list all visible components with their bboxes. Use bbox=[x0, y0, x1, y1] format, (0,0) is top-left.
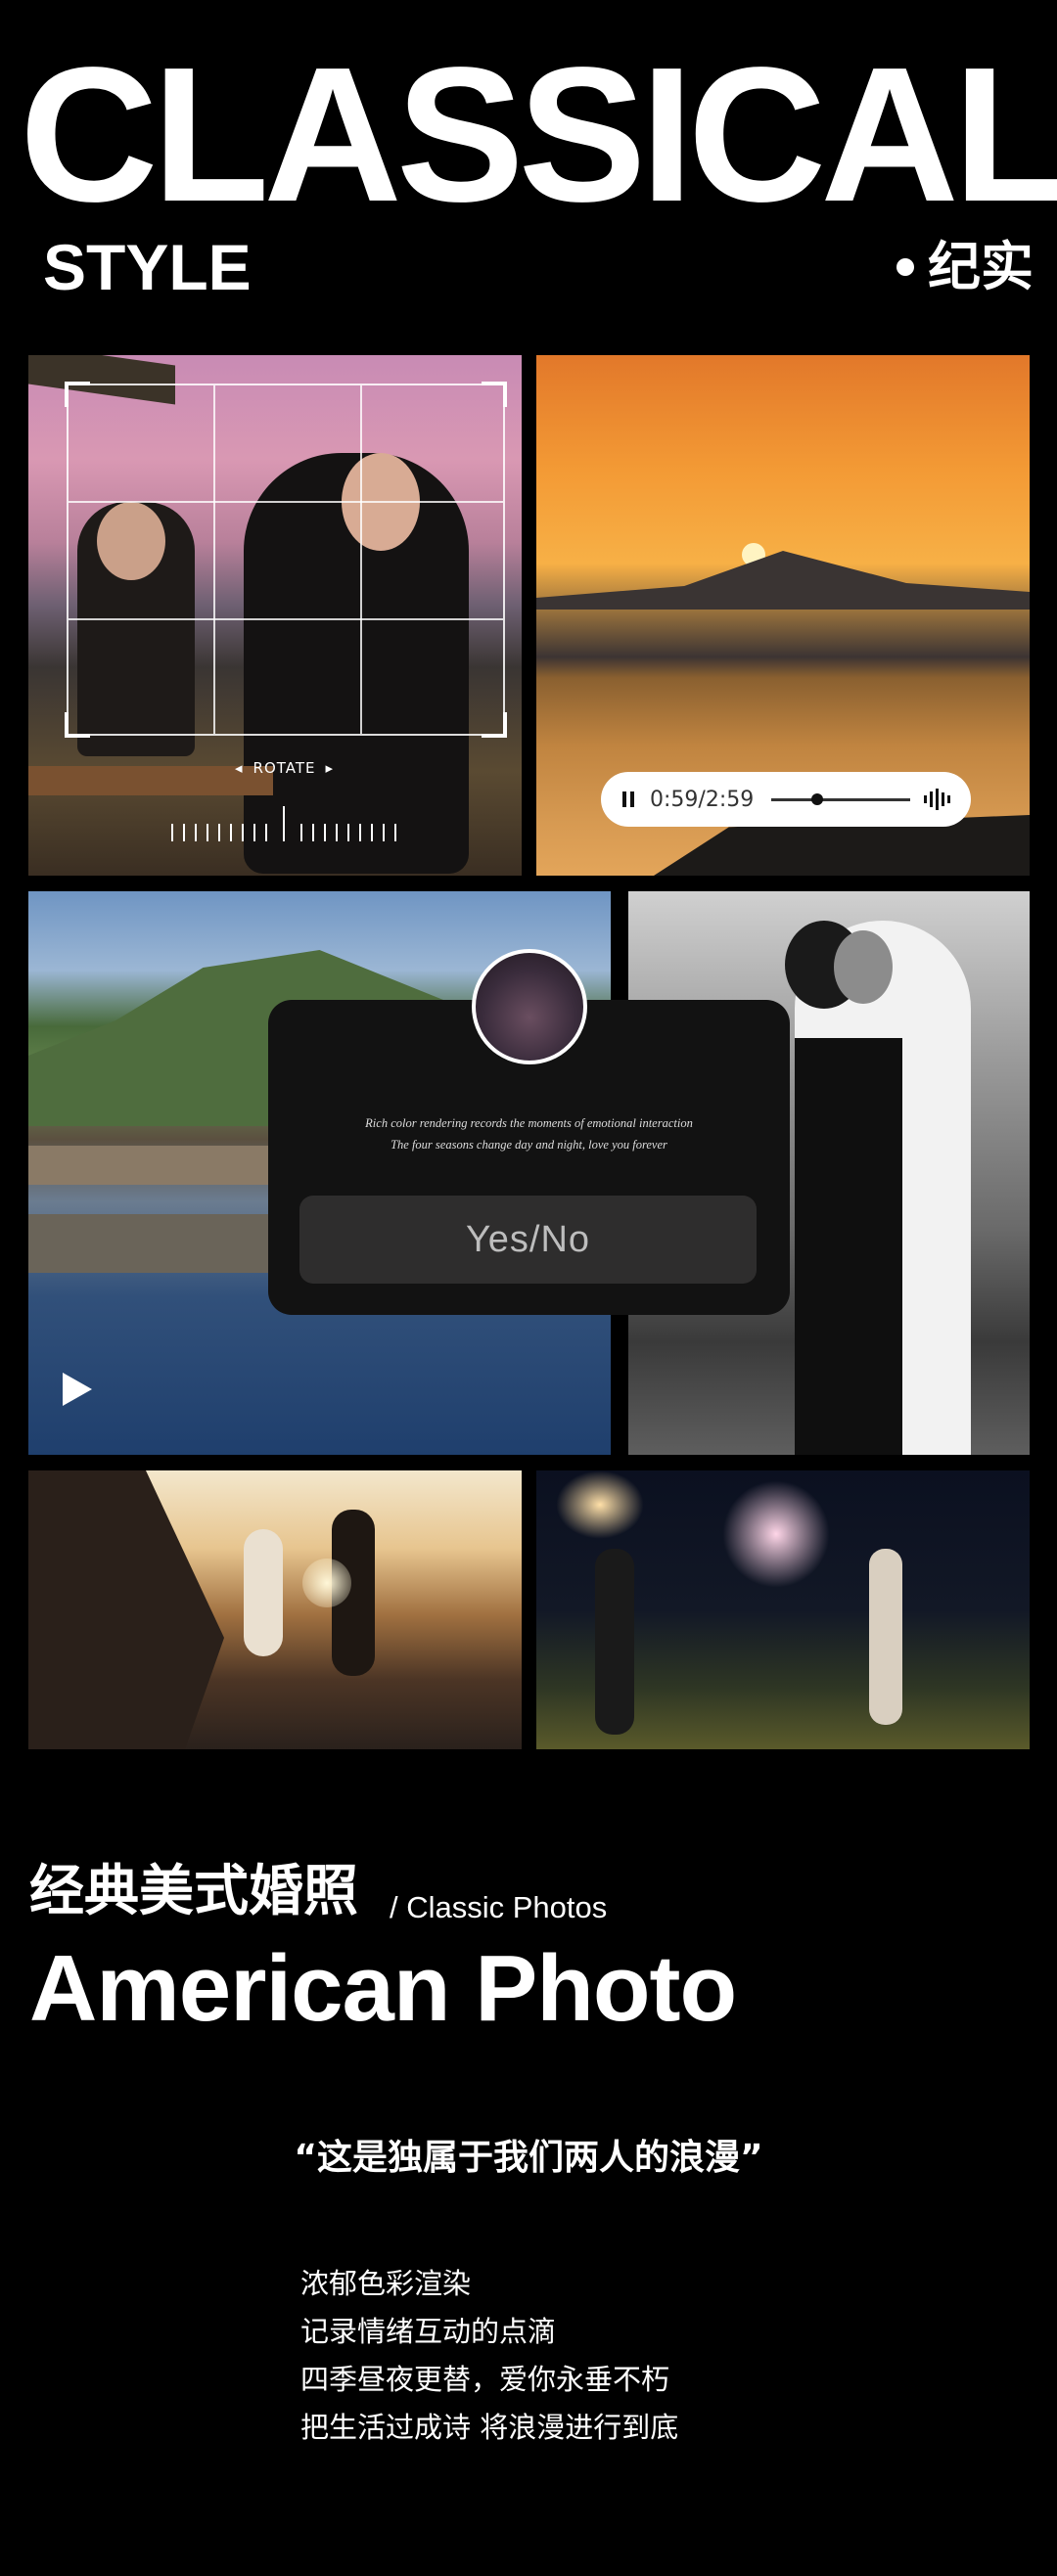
audio-progress[interactable] bbox=[771, 792, 911, 805]
crop-handle-top-left[interactable] bbox=[65, 382, 90, 407]
dialog-text: Rich color rendering records the moments… bbox=[268, 1112, 790, 1155]
poem-line: 浓郁色彩渲染 bbox=[300, 2267, 472, 2300]
groom-figure bbox=[595, 1549, 634, 1735]
yes-no-button[interactable]: Yes/No bbox=[299, 1196, 757, 1284]
rotate-label: ROTATE bbox=[253, 759, 316, 777]
poem-line: 记录情绪互动的点滴 bbox=[300, 2315, 557, 2348]
quote: “这是独属于我们两人的浪漫” bbox=[294, 2138, 763, 2178]
cliff bbox=[28, 1470, 224, 1749]
tag-label: 纪实 bbox=[896, 241, 1034, 294]
section-title-en: American Photo bbox=[29, 1936, 737, 2041]
main-title: CLASSICAL bbox=[20, 27, 1057, 242]
crop-handle-top-right[interactable] bbox=[482, 382, 507, 407]
poem-line: 把生活过成诗 将浪漫进行到底 bbox=[300, 2411, 679, 2444]
mountain bbox=[536, 551, 1030, 610]
audio-knob[interactable] bbox=[811, 792, 824, 805]
sun-flare bbox=[302, 1559, 351, 1607]
bullet-dot bbox=[896, 258, 914, 276]
rotate-control[interactable]: ◂ ROTATE ▸ bbox=[235, 759, 334, 777]
sparkler-left bbox=[556, 1470, 644, 1539]
groom-suit bbox=[795, 1038, 902, 1455]
style-label: STYLE bbox=[43, 231, 252, 303]
rotate-ruler[interactable] bbox=[171, 792, 396, 841]
crop-handle-bottom-right[interactable] bbox=[482, 712, 507, 738]
pause-icon[interactable] bbox=[622, 791, 636, 807]
dialog-line-1: Rich color rendering records the moments… bbox=[365, 1116, 693, 1130]
bride-figure bbox=[244, 1529, 283, 1656]
rotate-right-icon[interactable]: ▸ bbox=[326, 759, 335, 777]
photo-fireworks-night bbox=[536, 1470, 1030, 1749]
groom-face bbox=[834, 930, 893, 1004]
crop-gridline bbox=[69, 618, 503, 620]
audio-player[interactable]: 0:59/2:59 bbox=[601, 772, 971, 827]
waveform-icon bbox=[924, 788, 951, 811]
poem-lines: 浓郁色彩渲染 记录情绪互动的点滴 四季昼夜更替，爱你永垂不朽 把生活过成诗 将浪… bbox=[300, 2260, 678, 2452]
crop-frame[interactable] bbox=[65, 382, 507, 738]
crop-gridline bbox=[69, 501, 503, 503]
crop-gridline bbox=[360, 385, 362, 734]
bride-figure bbox=[869, 1549, 902, 1725]
section-title-cn: 经典美式婚照 bbox=[29, 1860, 358, 1923]
dialog-line-2: The four seasons change day and night, l… bbox=[391, 1138, 667, 1152]
crop-handle-bottom-left[interactable] bbox=[65, 712, 90, 738]
rotate-left-icon[interactable]: ◂ bbox=[235, 759, 244, 777]
tag-text: 纪实 bbox=[928, 236, 1034, 297]
crop-gridline bbox=[213, 385, 215, 734]
photo-beach-couple bbox=[28, 1470, 522, 1749]
section-subtitle: / Classic Photos bbox=[390, 1890, 608, 1924]
play-icon[interactable] bbox=[63, 1373, 92, 1406]
sparkler-right bbox=[722, 1480, 830, 1588]
poem-line: 四季昼夜更替，爱你永垂不朽 bbox=[300, 2363, 670, 2396]
avatar[interactable] bbox=[472, 949, 587, 1064]
audio-time: 0:59/2:59 bbox=[650, 787, 755, 812]
